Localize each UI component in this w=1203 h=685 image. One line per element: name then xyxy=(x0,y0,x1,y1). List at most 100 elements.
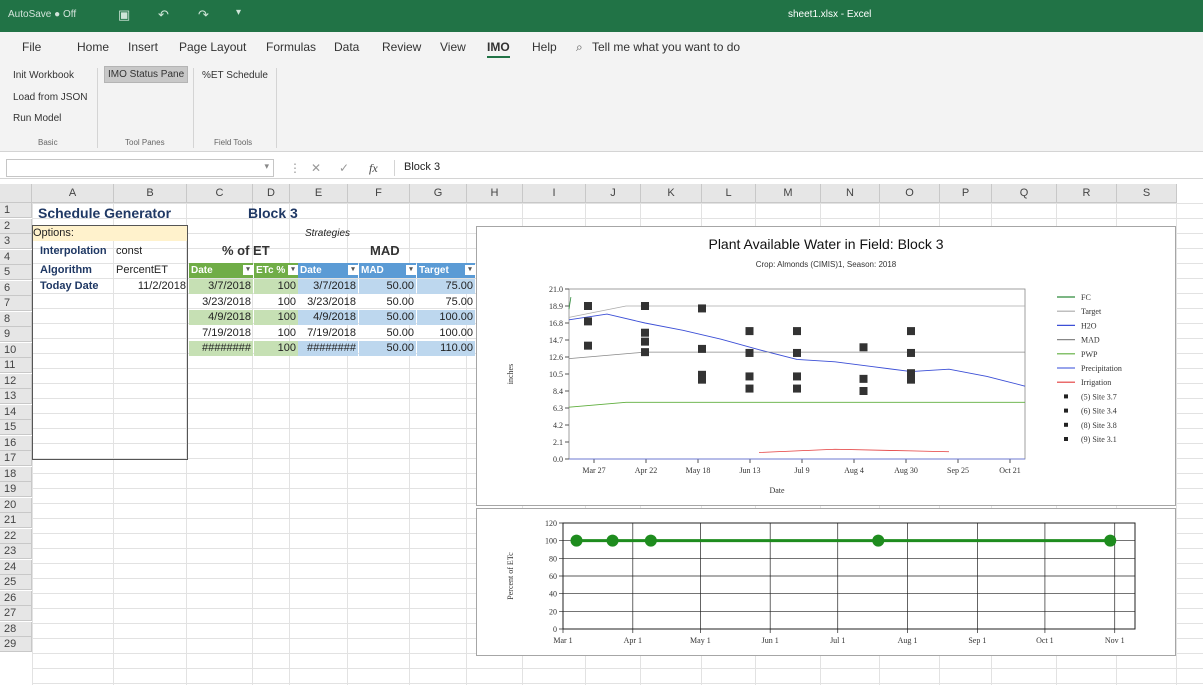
column-header-q[interactable]: Q xyxy=(992,184,1057,203)
mad-target-cell[interactable]: 100.00 xyxy=(417,310,475,325)
row-header-6[interactable]: 6 xyxy=(0,280,32,296)
mad-date-cell[interactable]: 4/9/2018 xyxy=(298,310,358,325)
column-header-o[interactable]: O xyxy=(880,184,940,203)
row-header-12[interactable]: 12 xyxy=(0,373,32,389)
row-header-10[interactable]: 10 xyxy=(0,342,32,358)
column-header-k[interactable]: K xyxy=(641,184,702,203)
tell-me-search-icon[interactable]: ⌕ xyxy=(576,40,583,55)
mad-value-cell[interactable]: 50.00 xyxy=(359,279,416,294)
column-header-b[interactable]: B xyxy=(114,184,187,203)
redo-icon[interactable]: ↷ xyxy=(198,7,209,23)
name-box-dropdown-icon[interactable]: ▾ xyxy=(264,161,269,172)
column-header-a[interactable]: A xyxy=(32,184,114,203)
row-header-26[interactable]: 26 xyxy=(0,590,32,606)
load-json-button[interactable]: Load from JSON xyxy=(10,90,90,105)
row-header-22[interactable]: 22 xyxy=(0,528,32,544)
save-icon[interactable]: ▣ xyxy=(118,7,130,23)
column-header-i[interactable]: I xyxy=(523,184,586,203)
tab-review[interactable]: Review xyxy=(382,40,421,54)
select-all-corner[interactable] xyxy=(0,184,32,203)
et-etc-cell[interactable]: 100 xyxy=(254,295,298,310)
filter-dropdown-icon[interactable]: ▾ xyxy=(243,265,253,275)
tab-insert[interactable]: Insert xyxy=(128,40,158,54)
mad-date-cell[interactable]: 3/23/2018 xyxy=(298,295,358,310)
column-header-g[interactable]: G xyxy=(410,184,467,203)
row-header-18[interactable]: 18 xyxy=(0,466,32,482)
column-header-j[interactable]: J xyxy=(586,184,641,203)
et-date-header[interactable]: Date ▾ xyxy=(189,263,253,278)
mad-mad-header[interactable]: MAD ▾ xyxy=(359,263,416,278)
cancel-icon[interactable]: ✕ xyxy=(311,161,321,175)
row-header-17[interactable]: 17 xyxy=(0,451,32,466)
mad-target-cell[interactable]: 100.00 xyxy=(417,326,475,341)
row-header-8[interactable]: 8 xyxy=(0,311,32,327)
row-header-19[interactable]: 19 xyxy=(0,482,32,497)
row-header-25[interactable]: 25 xyxy=(0,575,32,590)
et-etc-cell[interactable]: 100 xyxy=(254,279,298,294)
name-box[interactable]: ▾ xyxy=(6,159,274,177)
row-header-13[interactable]: 13 xyxy=(0,389,32,404)
filter-dropdown-icon[interactable]: ▾ xyxy=(465,265,475,275)
chart-plant-available-water[interactable]: Plant Available Water in Field: Block 3 C… xyxy=(476,226,1176,506)
et-etc-cell[interactable]: 100 xyxy=(254,341,298,356)
block-title[interactable]: Block 3 xyxy=(248,204,298,222)
column-header-c[interactable]: C xyxy=(187,184,253,203)
row-header-4[interactable]: 4 xyxy=(0,249,32,265)
mad-date-cell[interactable]: ######## xyxy=(298,341,358,356)
run-model-button[interactable]: Run Model xyxy=(10,111,64,126)
row-header-1[interactable]: 1 xyxy=(0,203,32,218)
row-header-24[interactable]: 24 xyxy=(0,559,32,575)
row-header-16[interactable]: 16 xyxy=(0,435,32,451)
tab-view[interactable]: View xyxy=(440,40,466,54)
filter-dropdown-icon[interactable]: ▾ xyxy=(406,265,416,275)
mad-target-header[interactable]: Target ▾ xyxy=(417,263,475,278)
tab-help[interactable]: Help xyxy=(532,40,557,54)
mad-date-cell[interactable]: 7/19/2018 xyxy=(298,326,358,341)
row-header-15[interactable]: 15 xyxy=(0,420,32,435)
column-header-s[interactable]: S xyxy=(1117,184,1177,203)
row-header-11[interactable]: 11 xyxy=(0,358,32,373)
mad-date-cell[interactable]: 3/7/2018 xyxy=(298,279,358,294)
column-header-d[interactable]: D xyxy=(253,184,290,203)
tab-page-layout[interactable]: Page Layout xyxy=(179,40,246,54)
mad-value-cell[interactable]: 50.00 xyxy=(359,326,416,341)
autosave-toggle[interactable]: AutoSave ● Off xyxy=(8,9,76,20)
pct-et-title[interactable]: % of ET xyxy=(222,242,270,259)
mad-value-cell[interactable]: 50.00 xyxy=(359,341,416,356)
column-header-p[interactable]: P xyxy=(940,184,992,203)
row-header-23[interactable]: 23 xyxy=(0,544,32,559)
customize-toolbar-icon[interactable]: ▾ xyxy=(236,7,241,18)
mad-value-cell[interactable]: 50.00 xyxy=(359,295,416,310)
mad-date-header[interactable]: Date ▾ xyxy=(298,263,358,278)
tab-data[interactable]: Data xyxy=(334,40,359,54)
mad-value-cell[interactable]: 50.00 xyxy=(359,310,416,325)
column-header-f[interactable]: F xyxy=(348,184,410,203)
init-workbook-button[interactable]: Init Workbook xyxy=(10,68,77,83)
imo-status-pane-button[interactable]: IMO Status Pane xyxy=(104,66,189,83)
et-date-cell[interactable]: 7/19/2018 xyxy=(189,326,253,341)
et-etc-header[interactable]: ETc % ▾ xyxy=(254,263,298,278)
et-etc-cell[interactable]: 100 xyxy=(254,326,298,341)
column-header-n[interactable]: N xyxy=(821,184,880,203)
formula-input[interactable]: Block 3 xyxy=(404,161,440,173)
tab-imo[interactable]: IMO xyxy=(487,40,510,58)
et-schedule-button[interactable]: %ET Schedule xyxy=(199,68,271,83)
row-header-29[interactable]: 29 xyxy=(0,637,32,652)
row-header-3[interactable]: 3 xyxy=(0,234,32,249)
tab-formulas[interactable]: Formulas xyxy=(266,40,316,54)
undo-icon[interactable]: ↶ xyxy=(158,7,169,23)
row-header-28[interactable]: 28 xyxy=(0,621,32,637)
column-header-r[interactable]: R xyxy=(1057,184,1117,203)
insert-function-icon[interactable]: fx xyxy=(369,161,378,176)
row-header-27[interactable]: 27 xyxy=(0,606,32,621)
row-header-5[interactable]: 5 xyxy=(0,265,32,280)
enter-icon[interactable]: ✓ xyxy=(339,161,349,175)
tell-me-search[interactable]: Tell me what you want to do xyxy=(592,40,740,54)
row-header-7[interactable]: 7 xyxy=(0,296,32,311)
row-header-21[interactable]: 21 xyxy=(0,513,32,528)
column-header-m[interactable]: M xyxy=(756,184,821,203)
sheet-title[interactable]: Schedule Generator xyxy=(38,204,171,222)
mad-target-cell[interactable]: 75.00 xyxy=(417,295,475,310)
et-date-cell[interactable]: 3/7/2018 xyxy=(189,279,253,294)
mad-title[interactable]: MAD xyxy=(370,242,400,259)
